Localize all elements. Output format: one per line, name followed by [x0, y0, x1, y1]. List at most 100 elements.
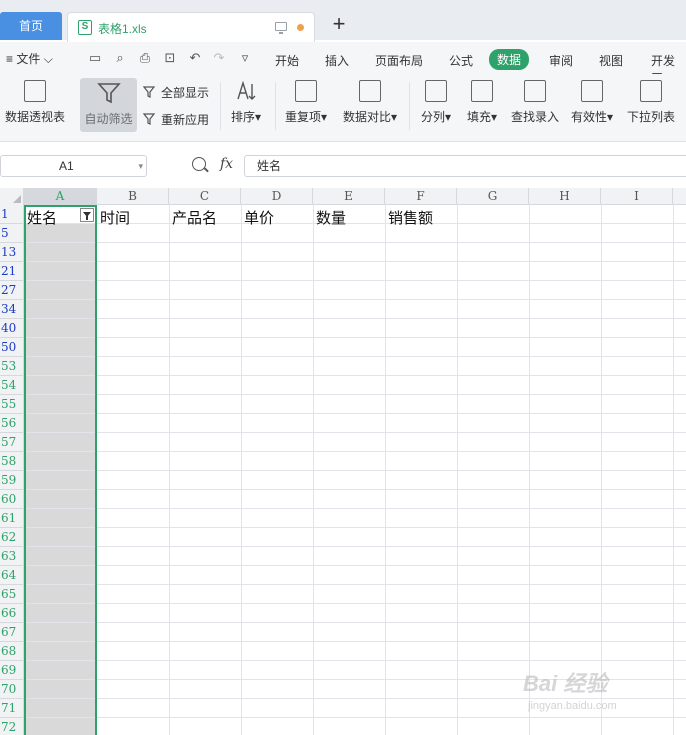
format-painter-icon[interactable]: ⌕ — [113, 51, 127, 65]
header-cell[interactable]: 销售额 — [388, 207, 433, 228]
name-box[interactable]: A1 — [0, 155, 147, 177]
home-tab[interactable]: 首页 — [0, 12, 62, 40]
row-header[interactable]: 1 — [0, 205, 24, 224]
duplicates-button[interactable]: 重复项▾ — [284, 80, 328, 125]
row-header[interactable]: 58 — [0, 452, 24, 471]
row-header[interactable]: 56 — [0, 414, 24, 433]
baidu-watermark-url: jingyan.baidu.com — [528, 700, 617, 712]
select-all-corner[interactable] — [0, 188, 24, 205]
duplicates-icon — [295, 80, 317, 102]
file-tab[interactable]: S 表格1.xls — [67, 12, 315, 42]
print-preview-icon[interactable]: ⊡ — [163, 51, 177, 65]
column-header-d[interactable]: D — [241, 188, 313, 205]
unsaved-dot-icon[interactable] — [297, 24, 304, 31]
tab-insert[interactable]: 插入 — [325, 52, 349, 69]
row-header[interactable]: 5 — [0, 224, 24, 243]
row-header[interactable]: 60 — [0, 490, 24, 509]
grid-row-line — [24, 375, 686, 376]
header-cell[interactable]: 数量 — [316, 207, 346, 228]
row-header[interactable]: 57 — [0, 433, 24, 452]
tab-view[interactable]: 视图 — [599, 52, 623, 69]
dropdown-list-button[interactable]: 下拉列表 — [626, 80, 676, 125]
header-cell[interactable]: 单价 — [244, 207, 274, 228]
sort-button[interactable]: 排序▾ — [228, 80, 264, 125]
row-header[interactable]: 62 — [0, 528, 24, 547]
row-header[interactable]: 63 — [0, 547, 24, 566]
row-header[interactable]: 64 — [0, 566, 24, 585]
tab-page-layout[interactable]: 页面布局 — [375, 52, 423, 69]
undo-icon[interactable]: ↶ — [188, 51, 202, 65]
spreadsheet-icon: S — [78, 20, 92, 35]
data-ribbon: 数据透视表 自动筛选 全部显示 重新应用 排序▾ 重复项▾ 数据对比▾ 分列▾ … — [0, 74, 686, 142]
split-column-button[interactable]: 分列▾ — [419, 80, 453, 125]
header-cell[interactable]: 产品名 — [172, 207, 217, 228]
redo-icon[interactable]: ↷ — [212, 51, 226, 65]
row-header[interactable]: 69 — [0, 661, 24, 680]
column-header-c[interactable]: C — [169, 188, 241, 205]
grid-row-line — [24, 527, 686, 528]
tab-data[interactable]: 数据 — [489, 49, 530, 70]
row-header[interactable]: 65 — [0, 585, 24, 604]
column-header-h[interactable]: H — [529, 188, 601, 205]
header-cell[interactable]: 时间 — [100, 207, 130, 228]
formula-input[interactable]: 姓名 — [244, 155, 686, 177]
pivot-table-button[interactable]: 数据透视表 — [4, 80, 66, 125]
column-header-e[interactable]: E — [313, 188, 385, 205]
row-header[interactable]: 68 — [0, 642, 24, 661]
file-menu[interactable]: ≡ 文件 ⌵ — [6, 50, 53, 67]
show-all-button[interactable]: 全部显示 — [142, 84, 209, 101]
file-menu-label: 文件 — [16, 52, 41, 66]
grid-row-line — [24, 261, 686, 262]
grid-row-line — [24, 356, 686, 357]
dropdown-list-icon — [640, 80, 662, 102]
row-header[interactable]: 66 — [0, 604, 24, 623]
row-header[interactable]: 40 — [0, 319, 24, 338]
fill-button[interactable]: 填充▾ — [465, 80, 499, 125]
grid-row-line — [24, 622, 686, 623]
column-header-a[interactable]: A — [24, 188, 97, 205]
print-icon[interactable]: ⎙ — [138, 51, 152, 65]
tab-formula[interactable]: 公式 — [449, 52, 473, 69]
tab-start[interactable]: 开始 — [275, 52, 299, 69]
column-header-i[interactable]: I — [601, 188, 673, 205]
fx-icon[interactable]: fx — [220, 156, 233, 172]
lookup-entry-button[interactable]: 查找录入 — [510, 80, 560, 125]
data-compare-button[interactable]: 数据对比▾ — [341, 80, 399, 125]
spreadsheet-grid[interactable]: A B C D E F G H I 1 5 13 21 27 34 40 50 53 54 55 56 57 58 59 60 6… — [0, 188, 686, 735]
row-header[interactable]: 70 — [0, 680, 24, 699]
autofilter-button[interactable]: 自动筛选 — [80, 78, 137, 132]
row-header[interactable]: 55 — [0, 395, 24, 414]
row-header[interactable]: 59 — [0, 471, 24, 490]
menu-bar: ≡ 文件 ⌵ ▭ ⌕ ⎙ ⊡ ↶ ↷ ▿ 开始 插入 页面布局 公式 数据 审阅… — [0, 42, 686, 85]
filter-dropdown-icon[interactable] — [80, 208, 94, 222]
zoom-icon[interactable] — [192, 157, 206, 171]
tab-review[interactable]: 审阅 — [549, 52, 573, 69]
row-header[interactable]: 13 — [0, 243, 24, 262]
column-header-b[interactable]: B — [97, 188, 169, 205]
save-icon[interactable]: ▭ — [88, 51, 102, 65]
ribbon-separator — [275, 82, 276, 130]
row-header[interactable]: 21 — [0, 262, 24, 281]
customize-dropdown-icon[interactable]: ▿ — [238, 51, 252, 65]
row-header[interactable]: 54 — [0, 376, 24, 395]
row-header[interactable]: 53 — [0, 357, 24, 376]
row-header[interactable]: 71 — [0, 699, 24, 718]
column-header-g[interactable]: G — [457, 188, 529, 205]
row-header[interactable]: 27 — [0, 281, 24, 300]
new-tab-button[interactable]: + — [329, 13, 349, 35]
grid-row-line — [24, 470, 686, 471]
split-column-icon — [425, 80, 447, 102]
row-header[interactable]: 61 — [0, 509, 24, 528]
reapply-button[interactable]: 重新应用 — [142, 111, 209, 128]
row-header[interactable]: 67 — [0, 623, 24, 642]
validity-button[interactable]: 有效性▾ — [569, 80, 615, 125]
column-header-f[interactable]: F — [385, 188, 457, 205]
grid-row-line — [24, 698, 686, 699]
row-header[interactable]: 34 — [0, 300, 24, 319]
grid-row-line — [24, 603, 686, 604]
row-header[interactable]: 72 — [0, 718, 24, 735]
baidu-watermark: Bai 经验 — [523, 671, 608, 696]
grid-row-line — [24, 413, 686, 414]
monitor-icon[interactable] — [275, 22, 287, 34]
row-header[interactable]: 50 — [0, 338, 24, 357]
